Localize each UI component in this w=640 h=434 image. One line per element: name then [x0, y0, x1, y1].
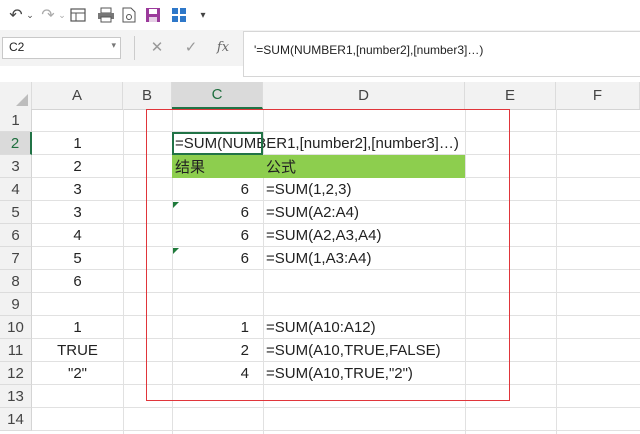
row-header-5[interactable]: 5	[0, 201, 32, 224]
row-header-10[interactable]: 10	[0, 316, 32, 339]
cell-a2[interactable]: 1	[32, 132, 123, 155]
name-box[interactable]: C2 ▾	[2, 37, 121, 59]
row-header-14[interactable]: 14	[0, 408, 32, 431]
save-icon[interactable]	[144, 4, 162, 26]
cell-a4[interactable]: 3	[32, 178, 123, 201]
document-icon[interactable]	[120, 4, 138, 26]
row-header-1[interactable]: 1	[0, 109, 32, 132]
gridline	[556, 109, 557, 434]
cell-a11[interactable]: TRUE	[32, 339, 123, 362]
cell-a5[interactable]: 3	[32, 201, 123, 224]
row-header-2[interactable]: 2	[0, 132, 32, 155]
row-header-8[interactable]: 8	[0, 270, 32, 293]
row-header-12[interactable]: 12	[0, 362, 32, 385]
column-header-a[interactable]: A	[32, 82, 123, 109]
cell-a8[interactable]: 6	[32, 270, 123, 293]
formula-bar-divider	[134, 36, 135, 60]
row-header-11[interactable]: 11	[0, 339, 32, 362]
formula-text: '=SUM(NUMBER1,[number2],[number3]…)	[254, 43, 484, 57]
cell-a12[interactable]: "2"	[32, 362, 123, 385]
redo-icon[interactable]: ↷	[38, 4, 58, 26]
print-icon[interactable]	[96, 4, 116, 26]
column-header-bar: A B C D E F	[0, 82, 640, 110]
quick-access-toolbar: ↶ ⌄ ↷ ⌄ ▾	[0, 0, 640, 30]
customize-qat-icon[interactable]: ▾	[196, 4, 210, 26]
cell-a6[interactable]: 4	[32, 224, 123, 247]
formula-input[interactable]: '=SUM(NUMBER1,[number2],[number3]…)	[243, 31, 640, 77]
row-header-3[interactable]: 3	[0, 155, 32, 178]
column-header-c[interactable]: C	[172, 82, 263, 109]
select-all-corner[interactable]	[0, 82, 32, 109]
gridline	[123, 109, 124, 434]
column-header-e[interactable]: E	[465, 82, 556, 109]
row-header-9[interactable]: 9	[0, 293, 32, 316]
cancel-icon[interactable]: ✕	[146, 37, 168, 57]
undo-icon[interactable]: ↶	[6, 4, 26, 26]
row-header-6[interactable]: 6	[0, 224, 32, 247]
column-header-d[interactable]: D	[263, 82, 465, 109]
cell-a7[interactable]: 5	[32, 247, 123, 270]
row-header-13[interactable]: 13	[0, 385, 32, 408]
redo-dropdown-icon[interactable]: ⌄	[56, 4, 68, 26]
gridline	[32, 407, 640, 408]
row-header-4[interactable]: 4	[0, 178, 32, 201]
cell-a10[interactable]: 1	[32, 316, 123, 339]
insert-function-icon[interactable]: fx	[212, 37, 234, 57]
form-icon[interactable]	[170, 4, 188, 26]
gridline	[32, 430, 640, 431]
cell-a3[interactable]: 2	[32, 155, 123, 178]
chevron-down-icon[interactable]: ▾	[111, 40, 116, 51]
name-box-value: C2	[9, 40, 25, 54]
print-preview-icon[interactable]	[70, 4, 86, 26]
annotation-box	[146, 109, 510, 401]
enter-icon[interactable]: ✓	[180, 37, 202, 57]
row-header-7[interactable]: 7	[0, 247, 32, 270]
undo-dropdown-icon[interactable]: ⌄	[24, 4, 36, 26]
column-header-b[interactable]: B	[123, 82, 172, 109]
column-header-f[interactable]: F	[556, 82, 640, 109]
